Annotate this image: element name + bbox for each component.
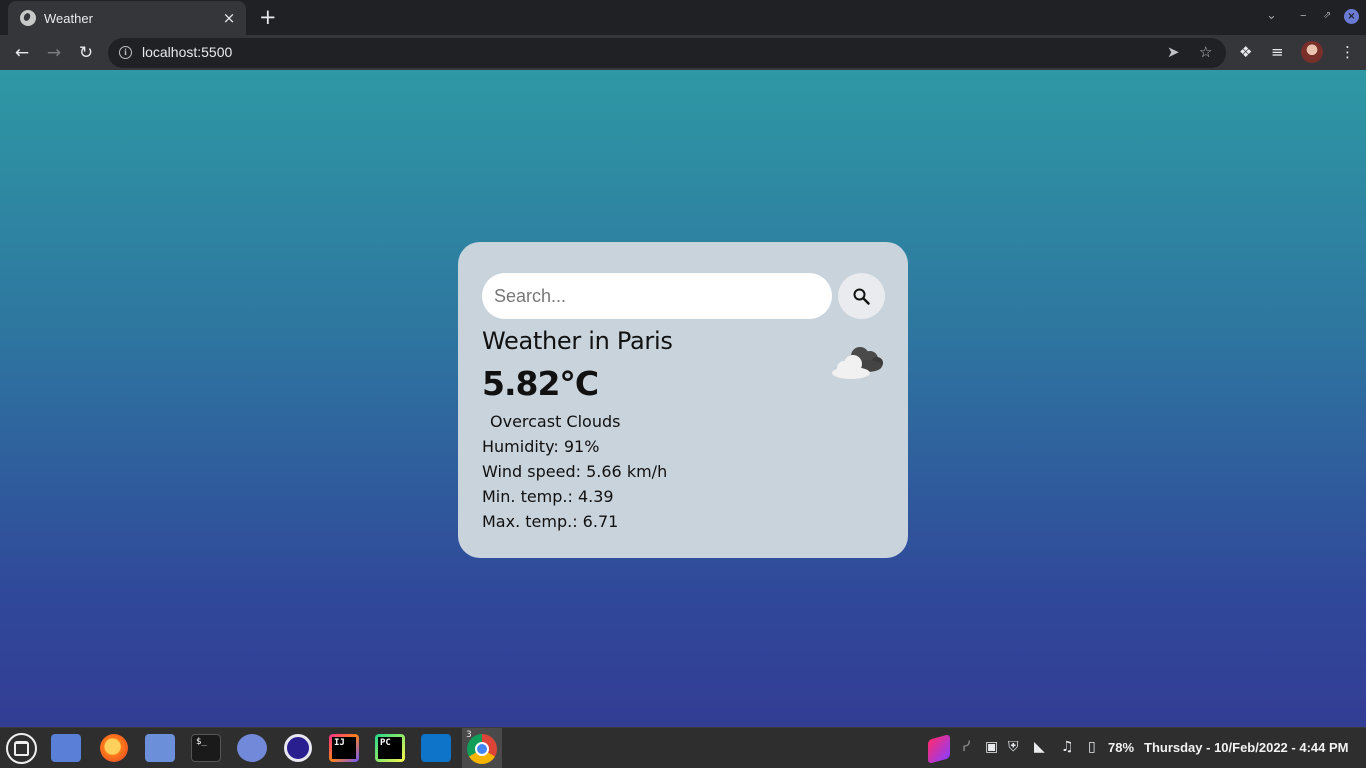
min-temp-text: Min. temp.: 4.39	[482, 487, 614, 506]
temperature: 5.82°C	[482, 364, 599, 403]
browser-toolbar: ← → ↻ i localhost:5500 ➤ ☆ ❖ ≡ ⋮	[0, 35, 1366, 70]
search-button[interactable]	[838, 273, 885, 319]
files-folder-icon[interactable]	[145, 734, 175, 762]
wind-speed-text: Wind speed: 5.66 km/h	[482, 462, 668, 481]
chrome-window-count-badge: 3	[466, 730, 472, 740]
address-bar[interactable]: i localhost:5500 ➤ ☆	[108, 38, 1226, 68]
browser-tab[interactable]: Weather ×	[8, 1, 246, 35]
tab-search-chevron-icon[interactable]: ⌄	[1266, 8, 1277, 23]
menu-kebab-icon[interactable]: ⋮	[1340, 43, 1355, 61]
jetbrains-toolbox-icon[interactable]	[928, 734, 950, 764]
intellij-idea-icon[interactable]: IJ	[329, 734, 359, 762]
discord-icon[interactable]	[237, 734, 267, 762]
window-close-icon[interactable]: ×	[1344, 9, 1359, 24]
tab-title: Weather	[44, 10, 93, 26]
pycharm-glyph: PC	[378, 737, 402, 759]
vscode-icon[interactable]	[421, 734, 451, 762]
bluetooth-icon[interactable]: ᓯ	[962, 739, 970, 755]
tab-close-icon[interactable]: ×	[220, 9, 238, 27]
intellij-glyph: IJ	[332, 737, 356, 759]
city-title: Weather in Paris	[482, 327, 673, 355]
pycharm-icon[interactable]: PC	[375, 734, 405, 762]
taskbar: $_ IJ PC 3 ᓯ ▣ ⛨ ◣ ♫ ▯ 78% Thursday - 10…	[0, 727, 1366, 768]
overcast-clouds-icon	[832, 347, 883, 379]
wifi-icon[interactable]: ◣	[1034, 739, 1045, 755]
weather-card: Weather in Paris 5.82°C Overcast Clouds …	[458, 242, 908, 558]
battery-icon[interactable]: ▯	[1088, 739, 1096, 755]
show-desktop-icon[interactable]	[51, 734, 81, 762]
send-icon[interactable]: ➤	[1167, 43, 1180, 61]
new-tab-button[interactable]: +	[259, 5, 277, 29]
back-arrow-icon[interactable]: ←	[10, 41, 34, 65]
bookmark-star-icon[interactable]: ☆	[1199, 43, 1212, 61]
browser-tab-strip: Weather × + ⌄ – ⇗ ×	[0, 0, 1366, 35]
firefox-icon[interactable]	[100, 734, 128, 762]
search-icon	[853, 288, 870, 305]
forward-arrow-icon[interactable]: →	[42, 41, 66, 65]
clock-datetime[interactable]: Thursday - 10/Feb/2022 - 4:44 PM	[1144, 740, 1348, 755]
eclipse-icon[interactable]	[284, 734, 312, 762]
battery-percentage: 78%	[1108, 740, 1135, 755]
clipboard-icon[interactable]: ▣	[985, 739, 998, 755]
profile-avatar[interactable]	[1301, 41, 1323, 63]
linux-mint-menu-icon[interactable]	[6, 733, 37, 764]
terminal-icon[interactable]: $_	[191, 734, 221, 762]
media-queue-icon[interactable]: ≡	[1271, 43, 1284, 61]
max-temp-text: Max. temp.: 6.71	[482, 512, 619, 531]
site-info-icon[interactable]: i	[119, 46, 132, 59]
extensions-puzzle-icon[interactable]: ❖	[1239, 43, 1252, 61]
minimize-icon[interactable]: –	[1300, 8, 1307, 23]
weather-description: Overcast Clouds	[490, 412, 621, 431]
url-text[interactable]: localhost:5500	[142, 44, 232, 60]
restore-icon[interactable]: ⇗	[1323, 10, 1331, 21]
page-background: Weather in Paris 5.82°C Overcast Clouds …	[0, 70, 1366, 727]
sound-music-icon[interactable]: ♫	[1061, 739, 1074, 755]
search-input[interactable]	[482, 273, 832, 319]
update-shield-icon[interactable]: ⛨	[1008, 739, 1019, 755]
globe-icon	[20, 10, 36, 26]
humidity-text: Humidity: 91%	[482, 437, 600, 456]
reload-icon[interactable]: ↻	[74, 41, 98, 65]
